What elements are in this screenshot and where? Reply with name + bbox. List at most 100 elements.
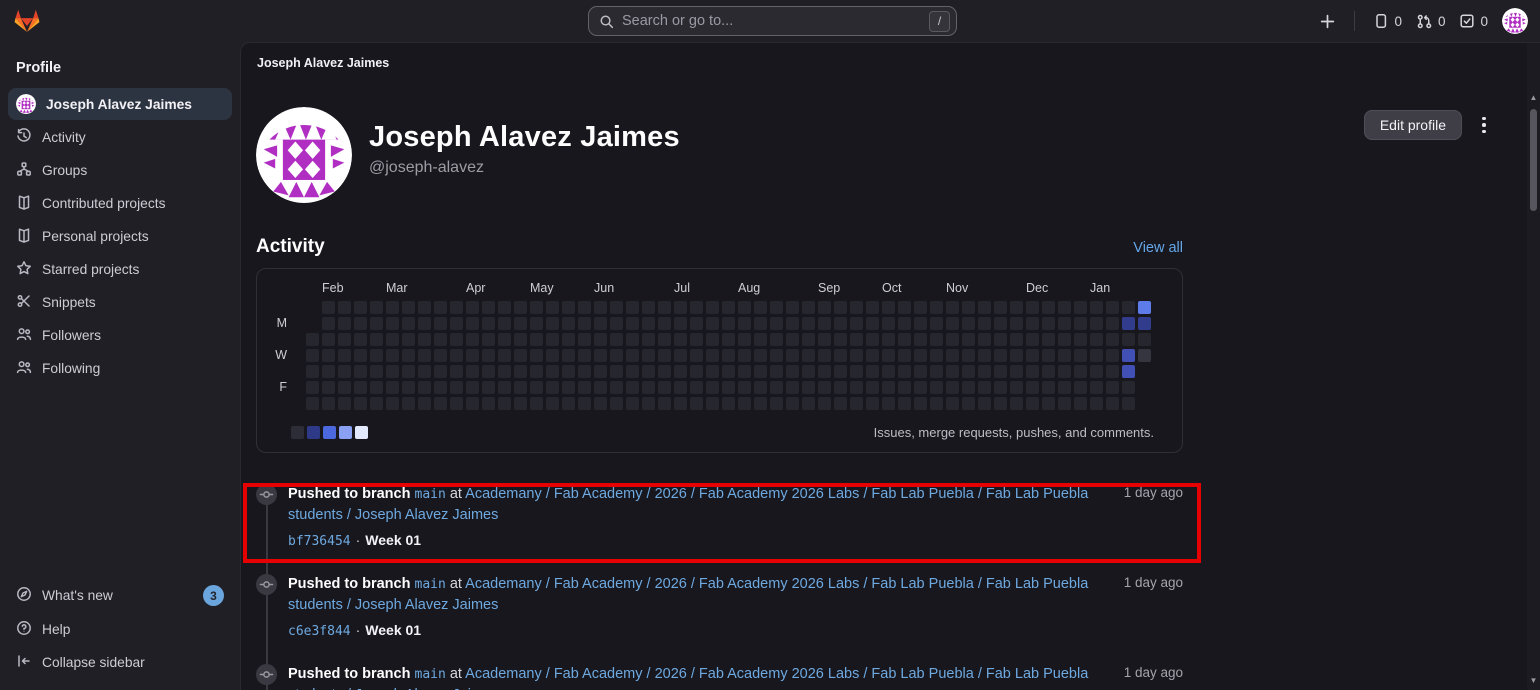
heatmap-cell[interactable]: [674, 333, 687, 346]
heatmap-cell[interactable]: [482, 397, 495, 410]
heatmap-cell[interactable]: [898, 301, 911, 314]
heatmap-cell[interactable]: [338, 365, 351, 378]
heatmap-cell[interactable]: [450, 333, 463, 346]
heatmap-cell[interactable]: [706, 301, 719, 314]
sidebar-item-collapse-sidebar[interactable]: Collapse sidebar: [8, 647, 232, 678]
heatmap-cell[interactable]: [322, 333, 335, 346]
heatmap-cell[interactable]: [722, 317, 735, 330]
heatmap-cell[interactable]: [834, 301, 847, 314]
heatmap-cell[interactable]: [754, 381, 767, 394]
heatmap-cell[interactable]: [402, 381, 415, 394]
heatmap-cell[interactable]: [498, 301, 511, 314]
heatmap-cell[interactable]: [962, 333, 975, 346]
heatmap-cell[interactable]: [658, 333, 671, 346]
heatmap-cell[interactable]: [994, 333, 1007, 346]
heatmap-cell[interactable]: [642, 397, 655, 410]
heatmap-cell[interactable]: [546, 333, 559, 346]
heatmap-cell[interactable]: [354, 349, 367, 362]
sidebar-item-personal-projects[interactable]: Personal projects: [8, 221, 232, 252]
heatmap-cell[interactable]: [1106, 333, 1119, 346]
heatmap-cell[interactable]: [466, 365, 479, 378]
heatmap-cell[interactable]: [738, 333, 751, 346]
heatmap-cell[interactable]: [1106, 301, 1119, 314]
heatmap-cell[interactable]: [770, 365, 783, 378]
heatmap-cell[interactable]: [1042, 381, 1055, 394]
heatmap-cell[interactable]: [882, 381, 895, 394]
heatmap-cell[interactable]: [1010, 381, 1023, 394]
heatmap-cell[interactable]: [1026, 381, 1039, 394]
heatmap-cell[interactable]: [626, 333, 639, 346]
heatmap-cell[interactable]: [706, 381, 719, 394]
heatmap-cell[interactable]: [594, 365, 607, 378]
heatmap-cell[interactable]: [754, 365, 767, 378]
heatmap-cell[interactable]: [514, 365, 527, 378]
heatmap-cell[interactable]: [322, 301, 335, 314]
heatmap-cell[interactable]: [1122, 397, 1135, 410]
heatmap-cell[interactable]: [866, 397, 879, 410]
heatmap-cell[interactable]: [818, 349, 831, 362]
heatmap-cell[interactable]: [754, 349, 767, 362]
heatmap-cell[interactable]: [1042, 301, 1055, 314]
heatmap-cell[interactable]: [1026, 349, 1039, 362]
heatmap-cell[interactable]: [1138, 301, 1151, 314]
heatmap-cell[interactable]: [658, 317, 671, 330]
heatmap-cell[interactable]: [514, 333, 527, 346]
heatmap-cell[interactable]: [1058, 317, 1071, 330]
heatmap-cell[interactable]: [626, 381, 639, 394]
heatmap-cell[interactable]: [450, 397, 463, 410]
heatmap-cell[interactable]: [370, 365, 383, 378]
heatmap-cell[interactable]: [914, 301, 927, 314]
heatmap-cell[interactable]: [866, 365, 879, 378]
heatmap-cell[interactable]: [562, 397, 575, 410]
heatmap-cell[interactable]: [834, 365, 847, 378]
heatmap-cell[interactable]: [1122, 381, 1135, 394]
heatmap-cell[interactable]: [642, 301, 655, 314]
heatmap-cell[interactable]: [1138, 333, 1151, 346]
todos-counter[interactable]: 0: [1459, 13, 1488, 29]
heatmap-cell[interactable]: [1010, 365, 1023, 378]
heatmap-cell[interactable]: [578, 381, 591, 394]
heatmap-cell[interactable]: [1042, 365, 1055, 378]
heatmap-cell[interactable]: [354, 301, 367, 314]
heatmap-cell[interactable]: [1074, 349, 1087, 362]
heatmap-cell[interactable]: [818, 381, 831, 394]
heatmap-cell[interactable]: [578, 301, 591, 314]
heatmap-cell[interactable]: [610, 381, 623, 394]
heatmap-cell[interactable]: [962, 301, 975, 314]
heatmap-cell[interactable]: [1010, 317, 1023, 330]
heatmap-cell[interactable]: [690, 317, 703, 330]
heatmap-cell[interactable]: [530, 349, 543, 362]
heatmap-cell[interactable]: [402, 317, 415, 330]
heatmap-cell[interactable]: [818, 333, 831, 346]
heatmap-cell[interactable]: [1026, 317, 1039, 330]
heatmap-cell[interactable]: [386, 349, 399, 362]
create-new-button[interactable]: [1319, 13, 1336, 30]
sidebar-item-activity[interactable]: Activity: [8, 122, 232, 153]
heatmap-cell[interactable]: [1042, 333, 1055, 346]
heatmap-cell[interactable]: [658, 381, 671, 394]
heatmap-cell[interactable]: [946, 317, 959, 330]
heatmap-cell[interactable]: [674, 301, 687, 314]
heatmap-cell[interactable]: [578, 397, 591, 410]
heatmap-cell[interactable]: [1090, 381, 1103, 394]
heatmap-cell[interactable]: [1010, 301, 1023, 314]
heatmap-cell[interactable]: [802, 333, 815, 346]
heatmap-cell[interactable]: [754, 301, 767, 314]
heatmap-cell[interactable]: [370, 317, 383, 330]
sidebar-item-help[interactable]: Help: [8, 614, 232, 645]
heatmap-cell[interactable]: [306, 397, 319, 410]
heatmap-cell[interactable]: [1058, 349, 1071, 362]
heatmap-cell[interactable]: [898, 317, 911, 330]
heatmap-cell[interactable]: [834, 397, 847, 410]
heatmap-cell[interactable]: [498, 349, 511, 362]
heatmap-cell[interactable]: [770, 381, 783, 394]
heatmap-cell[interactable]: [466, 397, 479, 410]
heatmap-cell[interactable]: [866, 317, 879, 330]
heatmap-cell[interactable]: [930, 365, 943, 378]
heatmap-cell[interactable]: [1058, 365, 1071, 378]
heatmap-cell[interactable]: [738, 301, 751, 314]
heatmap-cell[interactable]: [882, 333, 895, 346]
heatmap-cell[interactable]: [962, 349, 975, 362]
heatmap-cell[interactable]: [514, 397, 527, 410]
heatmap-cell[interactable]: [882, 365, 895, 378]
